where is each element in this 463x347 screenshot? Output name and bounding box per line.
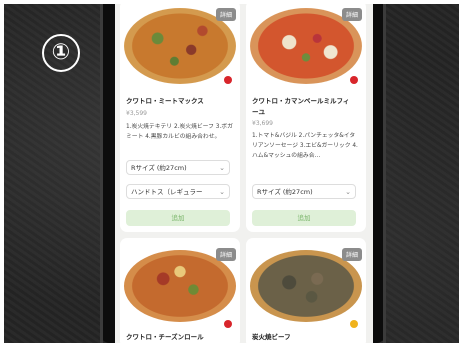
size-select[interactable]: Rサイズ (約27cm) ⌄ [126,160,230,175]
photo-frame: ① 詳細 クワトロ・ミートマックス ¥3,599 1.炭火焼テキテリ 2.炭火焼… [4,4,459,343]
add-button[interactable]: 追加 [126,210,230,226]
product-card[interactable]: 詳細 炭火焼ビーフ [246,238,366,343]
chevron-down-icon: ⌄ [219,188,225,196]
size-select-value: Rサイズ (約27cm) [257,188,313,196]
crust-select[interactable]: ハンドトス（レギュラー ⌄ [126,184,230,199]
product-description: 1.トマト&バジル 2.パンチェッタ&イタリアンソーセージ 3.エビ&ガーリック… [252,133,358,159]
product-card[interactable]: 詳細 クワトロ・カマンベールミルフィーユ ¥3,699 1.トマト&バジル 2.… [246,4,366,232]
product-price: ¥3,599 [126,110,147,117]
detail-button[interactable]: 詳細 [341,248,362,261]
size-select[interactable]: Rサイズ (約27cm) ⌄ [252,184,356,199]
product-name: クワトロ・チーズンロール [126,333,204,341]
step-badge: ① [42,34,80,72]
product-description: 1.炭火焼テキテリ 2.炭火焼ビーフ 3.ボガミート 4.黒豚カルビの組み合わせ… [126,124,233,140]
detail-button[interactable]: 詳細 [215,248,236,261]
product-name: クワトロ・カマンベールミルフィーユ [252,97,350,116]
product-card[interactable]: 詳細 クワトロ・チーズンロール [120,238,240,343]
detail-button[interactable]: 詳細 [215,8,236,21]
product-name: 炭火焼ビーフ [252,333,291,341]
phone-screen: 詳細 クワトロ・ミートマックス ¥3,599 1.炭火焼テキテリ 2.炭火焼ビー… [115,4,373,343]
crust-select-value: ハンドトス（レギュラー [131,188,203,196]
detail-button[interactable]: 詳細 [341,8,362,21]
brand-logo-icon [350,76,358,84]
product-price: ¥3,699 [252,120,273,127]
chevron-down-icon: ⌄ [345,188,351,196]
product-card[interactable]: 詳細 クワトロ・ミートマックス ¥3,599 1.炭火焼テキテリ 2.炭火焼ビー… [120,4,240,232]
product-name: クワトロ・ミートマックス [126,97,204,105]
brand-logo-icon [350,320,358,328]
brand-logo-icon [224,320,232,328]
add-button[interactable]: 追加 [252,210,356,226]
brand-logo-icon [224,76,232,84]
chevron-down-icon: ⌄ [219,164,225,172]
size-select-value: Rサイズ (約27cm) [131,164,187,172]
